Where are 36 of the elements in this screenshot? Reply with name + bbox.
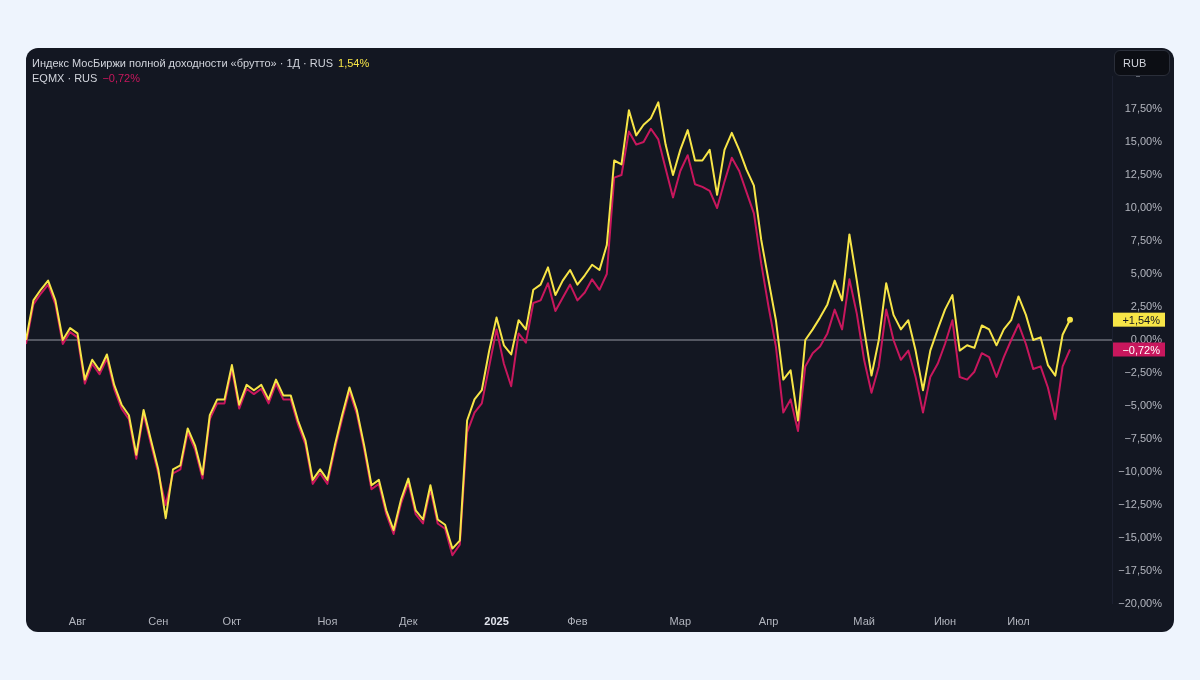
series-change: 1,54% (338, 56, 370, 70)
y-axis-label: −17,50% (1118, 564, 1162, 576)
y-axis-label: 12,50% (1124, 168, 1162, 180)
series-title: EQMX · RUS (32, 71, 98, 85)
price-tag: +1,54% (1113, 312, 1165, 327)
y-axis-label: −5,00% (1124, 399, 1162, 411)
x-axis-label: Авг (67, 614, 88, 628)
x-axis-label: Июн (932, 614, 958, 628)
y-axis-label: −2,50% (1124, 366, 1162, 378)
x-axis-label: Сен (147, 614, 170, 628)
y-axis-label: −20,00% (1118, 597, 1162, 609)
y-axis-label: 10,00% (1124, 201, 1162, 213)
x-axis-label: Окт (221, 614, 243, 628)
x-axis-label: Фев (566, 614, 589, 628)
y-axis-label: 17,50% (1124, 102, 1162, 114)
currency-button[interactable]: RUB (1114, 50, 1170, 76)
y-axis-label: −12,50% (1118, 498, 1162, 510)
x-axis-label: Апр (757, 614, 780, 628)
y-axis-label: −7,50% (1124, 432, 1162, 444)
y-axis-label: 5,00% (1130, 267, 1162, 279)
x-axis-label: Июл (1006, 614, 1031, 628)
y-axis-label: −15,00% (1118, 531, 1162, 543)
y-axis-label: 7,50% (1130, 234, 1162, 246)
x-axis-label: Май (852, 614, 876, 628)
x-axis-label: Ноя (316, 614, 339, 628)
x-axis-label: 2025 (483, 614, 510, 628)
x-axis-label: Дек (398, 614, 419, 628)
x-axis-label: Мар (668, 614, 693, 628)
y-axis-label: −10,00% (1118, 465, 1162, 477)
price-tag: −0,72% (1113, 342, 1165, 357)
y-axis-label: 15,00% (1124, 135, 1162, 147)
last-point-dot (1067, 316, 1073, 323)
series-change: −0,72% (102, 71, 141, 85)
series-title: Индекс МосБиржи полной доходности «брутто» · 1Д · RUS (32, 56, 334, 70)
y-axis-label: 2,50% (1130, 300, 1162, 312)
y-axis-label: 0,00% (1130, 333, 1162, 345)
